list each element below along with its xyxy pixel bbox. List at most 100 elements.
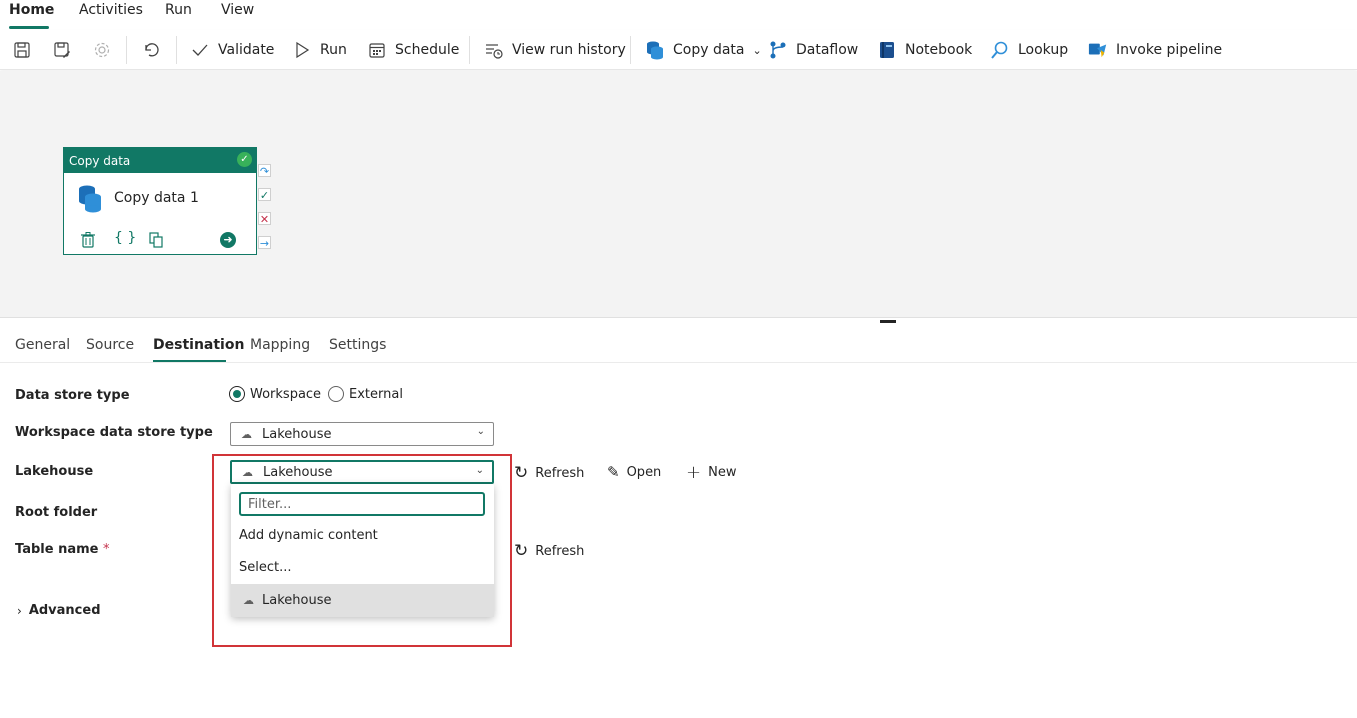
- tab-source[interactable]: Source: [86, 337, 134, 353]
- lakehouse-label: Lakehouse: [15, 464, 94, 479]
- lakehouse-open-button[interactable]: ✎ Open: [607, 463, 661, 481]
- activity-name: Copy data 1: [114, 190, 199, 206]
- tab-settings[interactable]: Settings: [329, 337, 386, 353]
- lakehouse-icon: ☁: [241, 427, 252, 441]
- play-icon: [292, 40, 312, 60]
- completion-connector-icon[interactable]: →: [258, 236, 271, 250]
- invoke-pipeline-icon: [1088, 40, 1108, 60]
- tab-destination[interactable]: Destination: [153, 337, 244, 353]
- dataflow-icon: [768, 40, 788, 60]
- pencil-icon: ✎: [607, 463, 620, 481]
- code-braces-icon[interactable]: { }: [114, 230, 136, 246]
- radio-external-label: External: [349, 386, 403, 402]
- schedule-button[interactable]: Schedule: [367, 30, 459, 70]
- table-name-label-text: Table name: [15, 542, 99, 557]
- lookup-button[interactable]: Lookup: [990, 30, 1068, 70]
- refresh-icon: ↻: [514, 463, 529, 483]
- activity-header: Copy data ✓: [64, 148, 256, 173]
- arrow-right-circle-icon[interactable]: ➜: [220, 232, 236, 248]
- refresh-label: Refresh: [535, 543, 585, 559]
- lakehouse-refresh-button[interactable]: ↻ Refresh: [514, 463, 584, 483]
- copy-data-icon: [645, 40, 665, 60]
- undo-icon: [141, 40, 161, 60]
- history-list-icon: [484, 40, 504, 60]
- radio-checked-icon: [229, 386, 245, 402]
- splitter-handle[interactable]: [880, 320, 896, 323]
- delete-icon[interactable]: [81, 232, 95, 252]
- radio-external[interactable]: External: [328, 386, 403, 402]
- menu-active-indicator: [9, 26, 49, 29]
- menu-bar: Home Activities Run View: [0, 0, 1357, 30]
- save-button[interactable]: [12, 30, 32, 70]
- checkmark-icon: [190, 40, 210, 60]
- menu-home[interactable]: Home: [9, 2, 54, 18]
- notebook-icon: [877, 40, 897, 60]
- refresh-icon: ↻: [514, 541, 529, 561]
- invoke-pipeline-button[interactable]: Invoke pipeline: [1088, 30, 1222, 70]
- radio-workspace-label: Workspace: [250, 386, 322, 402]
- failure-connector-icon[interactable]: ✕: [258, 212, 271, 226]
- success-connector-icon[interactable]: ✓: [258, 188, 271, 202]
- run-label: Run: [320, 42, 347, 58]
- notebook-button[interactable]: Notebook: [877, 30, 972, 70]
- table-name-refresh-button[interactable]: ↻ Refresh: [514, 541, 584, 561]
- undo-button[interactable]: [141, 30, 161, 70]
- copy-data-label: Copy data: [673, 42, 745, 58]
- toolbar-divider: [126, 36, 127, 64]
- copy-icon[interactable]: [149, 232, 163, 252]
- notebook-label: Notebook: [905, 42, 973, 58]
- advanced-label: Advanced: [28, 603, 101, 618]
- dataflow-label: Dataflow: [796, 42, 859, 58]
- calendar-icon: [367, 40, 387, 60]
- workspace-store-type-value: Lakehouse: [262, 426, 332, 442]
- radio-unchecked-icon: [328, 386, 344, 402]
- new-label: New: [708, 465, 737, 480]
- invoke-pipeline-label: Invoke pipeline: [1116, 42, 1223, 58]
- radio-workspace[interactable]: Workspace: [229, 386, 321, 402]
- advanced-expander[interactable]: › Advanced: [17, 603, 101, 618]
- toolbar-divider: [630, 36, 631, 64]
- skip-connector-icon[interactable]: ↷: [258, 164, 271, 178]
- settings-button[interactable]: [92, 30, 112, 70]
- menu-run[interactable]: Run: [165, 2, 192, 18]
- run-button[interactable]: Run: [292, 30, 347, 70]
- validate-label: Validate: [218, 42, 275, 58]
- success-check-icon: ✓: [237, 152, 252, 167]
- root-folder-label: Root folder: [15, 505, 98, 520]
- dataflow-button[interactable]: Dataflow: [768, 30, 858, 70]
- magnifier-icon: [990, 40, 1010, 60]
- toolbar-divider: [176, 36, 177, 64]
- toolbar: Validate Run Schedule View run history C…: [0, 30, 1357, 70]
- gear-icon: [92, 40, 112, 60]
- menu-activities[interactable]: Activities: [79, 2, 143, 18]
- validate-button[interactable]: Validate: [190, 30, 274, 70]
- data-store-type-label: Data store type: [15, 388, 130, 403]
- save-icon: [12, 40, 32, 60]
- lakehouse-new-button[interactable]: + New: [686, 462, 736, 483]
- copy-data-activity[interactable]: Copy data ✓ Copy data 1 { } ➜: [63, 147, 257, 255]
- refresh-label: Refresh: [535, 465, 585, 481]
- view-run-history-label: View run history: [512, 42, 626, 58]
- table-name-label: Table name *: [15, 542, 110, 557]
- chevron-right-icon: ›: [17, 603, 22, 618]
- menu-view[interactable]: View: [221, 2, 254, 18]
- required-asterisk: *: [103, 542, 110, 557]
- workspace-store-type-select[interactable]: ☁ Lakehouse ⌄: [230, 422, 494, 446]
- plus-icon: +: [686, 462, 702, 483]
- copy-data-icon: [76, 184, 104, 218]
- chevron-down-icon: ⌄: [752, 43, 762, 57]
- tab-general[interactable]: General: [15, 337, 70, 353]
- activity-type-label: Copy data: [69, 154, 131, 168]
- view-run-history-button[interactable]: View run history: [484, 30, 626, 70]
- tab-mapping[interactable]: Mapping: [250, 337, 310, 353]
- toolbar-divider: [469, 36, 470, 64]
- tabs-divider: [0, 362, 1357, 363]
- lookup-label: Lookup: [1018, 42, 1069, 58]
- chevron-down-icon: ⌄: [476, 426, 485, 437]
- workspace-store-type-label: Workspace data store type: [15, 425, 213, 440]
- highlight-annotation-box: [212, 454, 512, 647]
- copy-data-button[interactable]: Copy data ⌄: [645, 30, 762, 70]
- save-as-button[interactable]: [52, 30, 72, 70]
- panel-splitter[interactable]: [0, 317, 1357, 323]
- open-label: Open: [626, 464, 662, 480]
